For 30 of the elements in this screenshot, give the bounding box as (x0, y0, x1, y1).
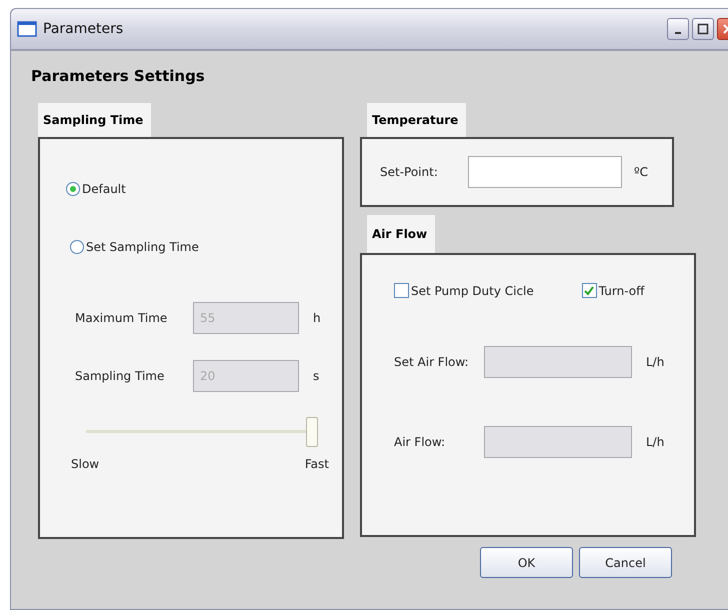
group-title: Air Flow (367, 215, 436, 253)
minimize-icon (675, 32, 681, 34)
dialog-heading: Parameters Settings (31, 67, 206, 85)
slider-thumb[interactable] (306, 417, 318, 447)
group-title: Sampling Time (38, 103, 152, 137)
radio-option[interactable]: Set Sampling Time (70, 237, 342, 257)
group-title: Temperature (367, 103, 466, 137)
minimize-button[interactable] (667, 18, 689, 40)
field-label: Sampling Time (74, 369, 166, 383)
field-label: Set-Point: (380, 165, 439, 179)
checkbox-option[interactable]: Set Pump Duty Cicle (394, 283, 534, 298)
unit-label: s (313, 369, 320, 383)
dialog-button[interactable]: Cancel (579, 547, 672, 578)
unit-label: L/h (646, 355, 664, 369)
window-icon (17, 21, 37, 37)
field-label: Air Flow: (394, 435, 446, 449)
unit-label: L/h (646, 435, 664, 449)
input-field[interactable] (468, 156, 622, 188)
field-label: Maximum Time (74, 311, 168, 325)
window-title: Parameters (43, 21, 124, 37)
checkbox-option[interactable]: Turn-off (582, 283, 644, 298)
radio-option[interactable]: Default (66, 179, 342, 199)
slider-min-label: Slow (71, 457, 100, 471)
unit-label: ºC (634, 165, 648, 179)
field-label: Set Air Flow: (394, 355, 470, 369)
unit-label: h (313, 311, 321, 325)
maximize-button[interactable] (692, 18, 714, 40)
maximize-icon (697, 23, 709, 35)
dialog-button[interactable]: OK (480, 547, 573, 578)
slider-max-label: Fast (304, 457, 329, 471)
